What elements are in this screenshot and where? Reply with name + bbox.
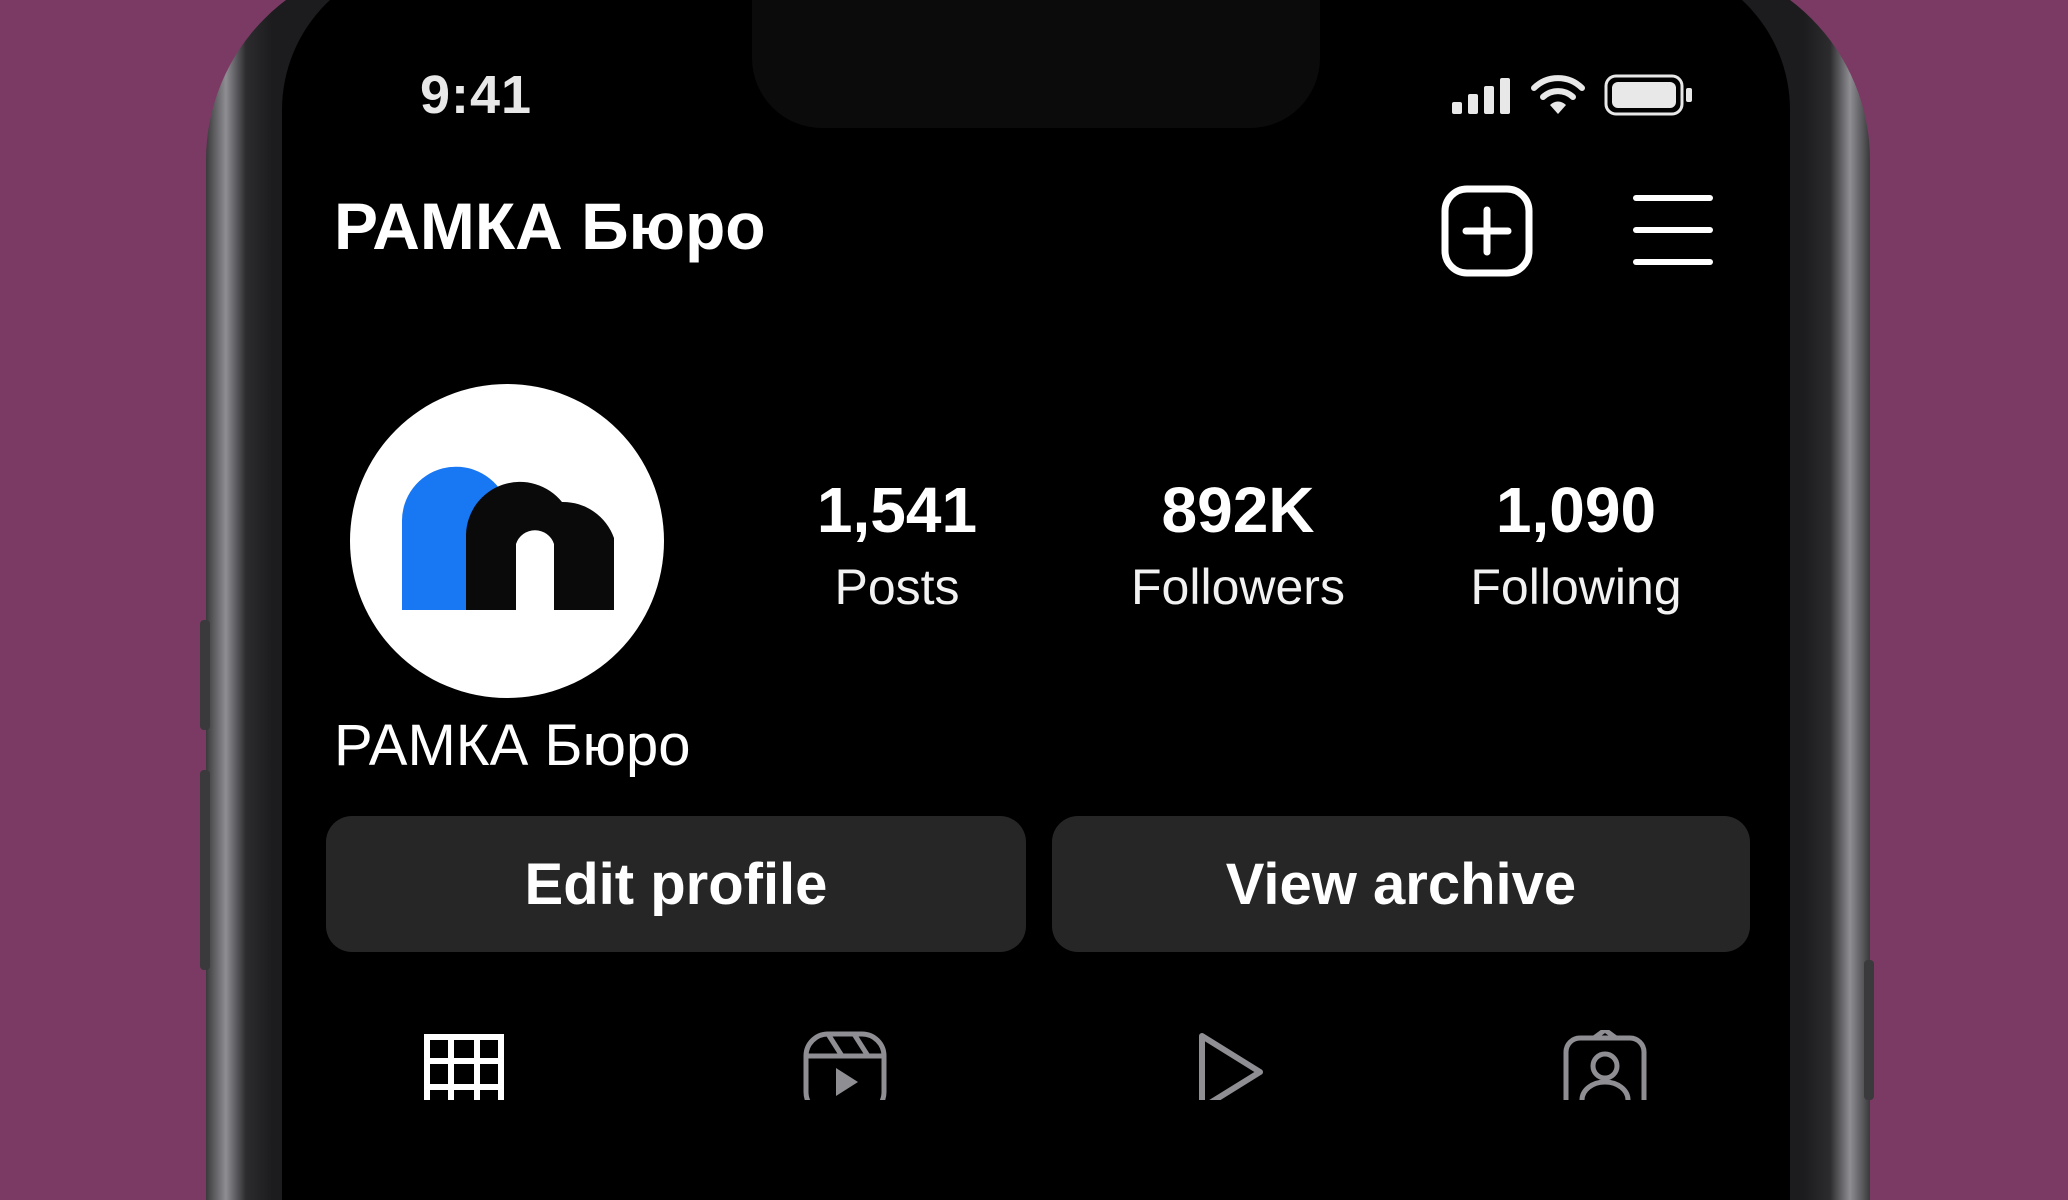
hamburger-menu-icon	[1633, 195, 1713, 265]
edit-profile-button[interactable]: Edit profile	[326, 816, 1026, 952]
tagged-icon	[1563, 1027, 1647, 1121]
followers-count: 892K	[1161, 474, 1315, 546]
phone-side-button-right	[1864, 960, 1874, 1100]
wifi-icon	[1531, 75, 1585, 114]
plus-square-icon	[1441, 185, 1533, 277]
menu-button[interactable]	[1632, 190, 1714, 270]
phone-side-button-left	[200, 770, 210, 970]
stat-followers[interactable]: 892K Followers	[1088, 478, 1388, 612]
profile-username-header: РАМКА Бюро	[334, 189, 766, 263]
tab-videos[interactable]	[1190, 1030, 1270, 1111]
stat-posts[interactable]: 1,541 Posts	[747, 478, 1047, 612]
profile-avatar[interactable]	[350, 384, 664, 698]
notch	[752, 0, 1320, 128]
view-archive-button[interactable]: View archive	[1052, 816, 1750, 952]
rm-logo	[401, 466, 614, 610]
followers-label: Followers	[1131, 559, 1345, 615]
tab-tagged[interactable]	[1562, 1027, 1648, 1121]
play-icon	[1199, 1033, 1263, 1111]
posts-label: Posts	[834, 559, 960, 615]
reels-icon	[803, 1031, 887, 1117]
phone-side-button-left	[200, 620, 210, 730]
posts-count: 1,541	[816, 474, 978, 546]
tab-grid[interactable]	[424, 1034, 504, 1114]
grid-icon	[424, 1034, 504, 1114]
battery-icon	[1604, 74, 1692, 116]
signal-icon	[1452, 78, 1510, 114]
status-time: 9:41	[420, 65, 533, 125]
stat-following[interactable]: 1,090 Following	[1426, 478, 1726, 612]
following-label: Following	[1470, 559, 1682, 615]
create-post-button[interactable]	[1440, 184, 1534, 278]
display-name: РАМКА Бюро	[334, 713, 691, 778]
following-count: 1,090	[1495, 474, 1657, 546]
tab-reels[interactable]	[802, 1030, 888, 1117]
